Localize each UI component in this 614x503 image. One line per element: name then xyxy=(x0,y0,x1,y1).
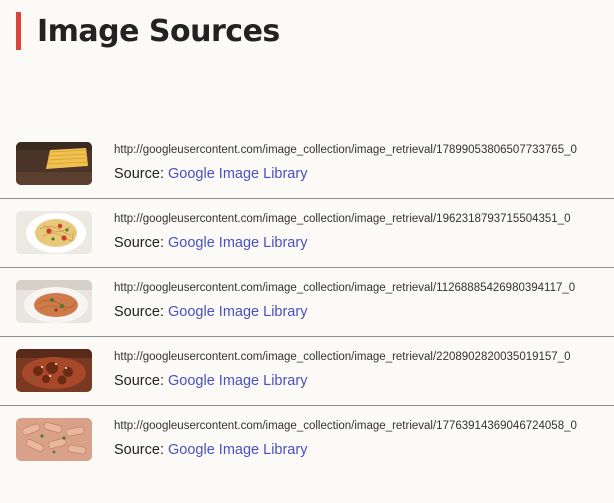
thumbnail-image[interactable] xyxy=(16,280,92,323)
image-url: http://googleusercontent.com/image_colle… xyxy=(114,351,571,363)
source-line: Source: Google Image Library xyxy=(114,373,307,389)
penne-thumbnail xyxy=(16,418,92,461)
source-link[interactable]: Google Image Library xyxy=(168,373,307,389)
source-link[interactable]: Google Image Library xyxy=(168,442,307,458)
pasta-bowl-thumbnail xyxy=(16,280,92,323)
source-list: http://googleusercontent.com/image_colle… xyxy=(0,130,614,475)
dry-spaghetti-thumbnail xyxy=(16,142,92,185)
image-url: http://googleusercontent.com/image_colle… xyxy=(114,282,576,294)
source-link[interactable]: Google Image Library xyxy=(168,235,307,251)
source-label: Source: xyxy=(114,235,164,251)
source-row: http://googleusercontent.com/image_colle… xyxy=(0,406,614,475)
thumbnail-image[interactable] xyxy=(16,418,92,461)
source-line: Source: Google Image Library xyxy=(114,166,307,182)
source-link[interactable]: Google Image Library xyxy=(168,304,307,320)
image-url: http://googleusercontent.com/image_colle… xyxy=(114,420,577,432)
pasta-tomatoes-thumbnail xyxy=(16,211,92,254)
source-link[interactable]: Google Image Library xyxy=(168,166,307,182)
page-header: Image Sources xyxy=(16,12,280,50)
source-label: Source: xyxy=(114,373,164,389)
thumbnail-image[interactable] xyxy=(16,142,92,185)
thumbnail-image[interactable] xyxy=(16,211,92,254)
meat-sauce-thumbnail xyxy=(16,349,92,392)
title-accent-bar xyxy=(16,12,21,50)
source-label: Source: xyxy=(114,304,164,320)
source-row: http://googleusercontent.com/image_colle… xyxy=(0,130,614,199)
source-label: Source: xyxy=(114,166,164,182)
image-url: http://googleusercontent.com/image_colle… xyxy=(114,213,571,225)
image-url: http://googleusercontent.com/image_colle… xyxy=(114,144,577,156)
source-line: Source: Google Image Library xyxy=(114,442,307,458)
source-line: Source: Google Image Library xyxy=(114,235,307,251)
thumbnail-image[interactable] xyxy=(16,349,92,392)
source-row: http://googleusercontent.com/image_colle… xyxy=(0,199,614,268)
page-title: Image Sources xyxy=(37,13,280,49)
source-line: Source: Google Image Library xyxy=(114,304,307,320)
source-row: http://googleusercontent.com/image_colle… xyxy=(0,268,614,337)
source-label: Source: xyxy=(114,442,164,458)
source-row: http://googleusercontent.com/image_colle… xyxy=(0,337,614,406)
